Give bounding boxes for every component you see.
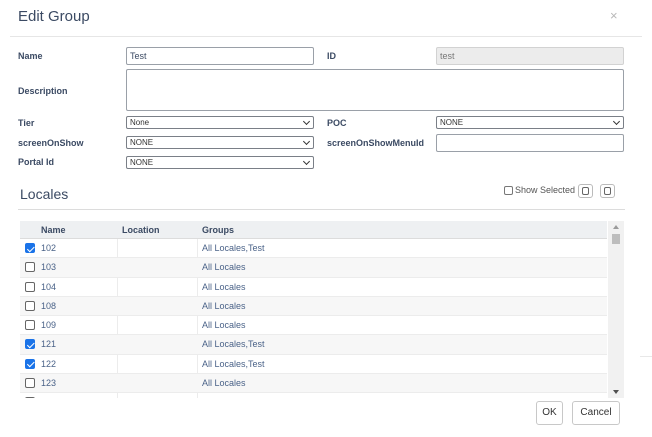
description-field[interactable] [126,69,624,111]
chevron-down-icon [302,117,311,126]
column-header-name[interactable]: Name [41,225,66,235]
locale-name-cell: 102 [41,243,57,253]
row-checkbox[interactable] [25,243,35,253]
table-row[interactable]: 104 All Locales [20,278,607,297]
chevron-down-icon [612,117,621,126]
table-row[interactable]: 123 All Locales [20,374,607,394]
locale-groups-cell: All Locales [202,262,246,273]
poc-select-value: NONE [440,118,464,127]
edit-group-dialog: Edit Group × Name ID Description Tier No… [0,0,652,437]
dialog-title: Edit Group [18,8,90,25]
show-selected-checkbox[interactable] [504,185,513,195]
show-selected-label: Show Selected [515,185,576,195]
table-row[interactable]: 124 All Locales [20,393,607,398]
row-checkbox[interactable] [25,339,35,350]
screen-on-show-menu-label: screenOnShowMenuId [327,138,425,148]
screen-on-show-value: NONE [130,138,154,147]
chevron-down-icon [302,157,311,166]
select-all-icon [582,187,589,195]
close-icon[interactable]: × [610,8,618,23]
divider [640,356,652,357]
scroll-thumb[interactable] [612,234,620,244]
locales-table: Name Location Groups 102 All Locales,Test… [20,221,625,398]
table-row[interactable]: 108 All Locales [20,296,607,317]
column-header-groups[interactable]: Groups [202,225,234,235]
row-checkbox[interactable] [25,378,35,389]
description-label: Description [18,86,68,96]
table-row[interactable]: 121 All Locales,Test [20,335,607,355]
table-row[interactable]: 109 All Locales [20,316,607,336]
id-label: ID [327,51,336,61]
tier-label: Tier [18,118,35,128]
screen-on-show-menu-field[interactable] [436,134,624,152]
locale-name-cell: 123 [41,378,57,389]
row-checkbox[interactable] [25,397,35,398]
locale-groups-cell: All Locales [202,300,246,311]
locale-groups-cell: All Locales [202,320,246,331]
locales-divider [18,209,625,210]
row-checkbox[interactable] [25,358,35,369]
name-field[interactable] [126,47,314,65]
locale-name-cell: 124 [41,397,56,398]
locale-name-cell: 109 [41,320,57,331]
chevron-down-icon [302,137,311,146]
locale-name-cell: 108 [41,300,57,311]
table-body: 102 All Locales,Test 103 All Locales 104 All … [20,239,607,398]
show-selected-toggle[interactable]: Show Selected [504,185,575,195]
scroll-up-icon[interactable] [613,225,619,229]
locale-name-cell: 103 [41,262,57,273]
locale-name-cell: 104 [41,281,57,292]
poc-select[interactable]: NONE [436,116,624,129]
scroll-down-icon[interactable] [613,390,619,394]
poc-label: POC [327,118,347,128]
portal-id-label: Portal Id [18,157,55,167]
screen-on-show-label: screenOnShow [18,138,84,148]
locale-groups-cell: All Locales,Test [202,358,265,369]
table-row[interactable]: 103 All Locales [20,258,607,278]
row-checkbox[interactable] [25,320,35,331]
locale-groups-cell: All Locales,Test [202,339,265,350]
row-checkbox[interactable] [25,281,35,292]
tier-select[interactable]: None [126,116,314,129]
locale-name-cell: 121 [41,339,57,350]
locale-groups-cell: All Locales [202,378,246,389]
portal-id-value: NONE [130,158,154,167]
deselect-all-button[interactable] [600,184,615,198]
row-checkbox[interactable] [25,262,35,273]
portal-id-select[interactable]: NONE [126,156,314,169]
table-header: Name Location Groups [20,221,607,239]
cancel-button[interactable]: Cancel [572,401,620,425]
locale-groups-cell: All Locales,Test [202,243,265,253]
name-label: Name [18,51,43,61]
select-all-button[interactable] [578,184,593,198]
table-row[interactable]: 122 All Locales,Test [20,355,607,375]
tier-select-value: None [130,118,150,127]
header-divider [10,36,642,37]
locale-name-cell: 122 [41,358,57,369]
locale-groups-cell: All Locales [202,281,246,292]
table-row[interactable]: 102 All Locales,Test [20,239,607,259]
locale-groups-cell: All Locales [202,397,246,398]
deselect-icon [604,187,611,195]
locales-title: Locales [20,186,69,202]
screen-on-show-select[interactable]: NONE [126,136,314,149]
ok-button[interactable]: OK [536,401,563,425]
table-scrollbar[interactable] [608,221,624,398]
row-checkbox[interactable] [25,300,35,311]
column-header-location[interactable]: Location [122,225,160,235]
id-field[interactable] [436,47,624,65]
